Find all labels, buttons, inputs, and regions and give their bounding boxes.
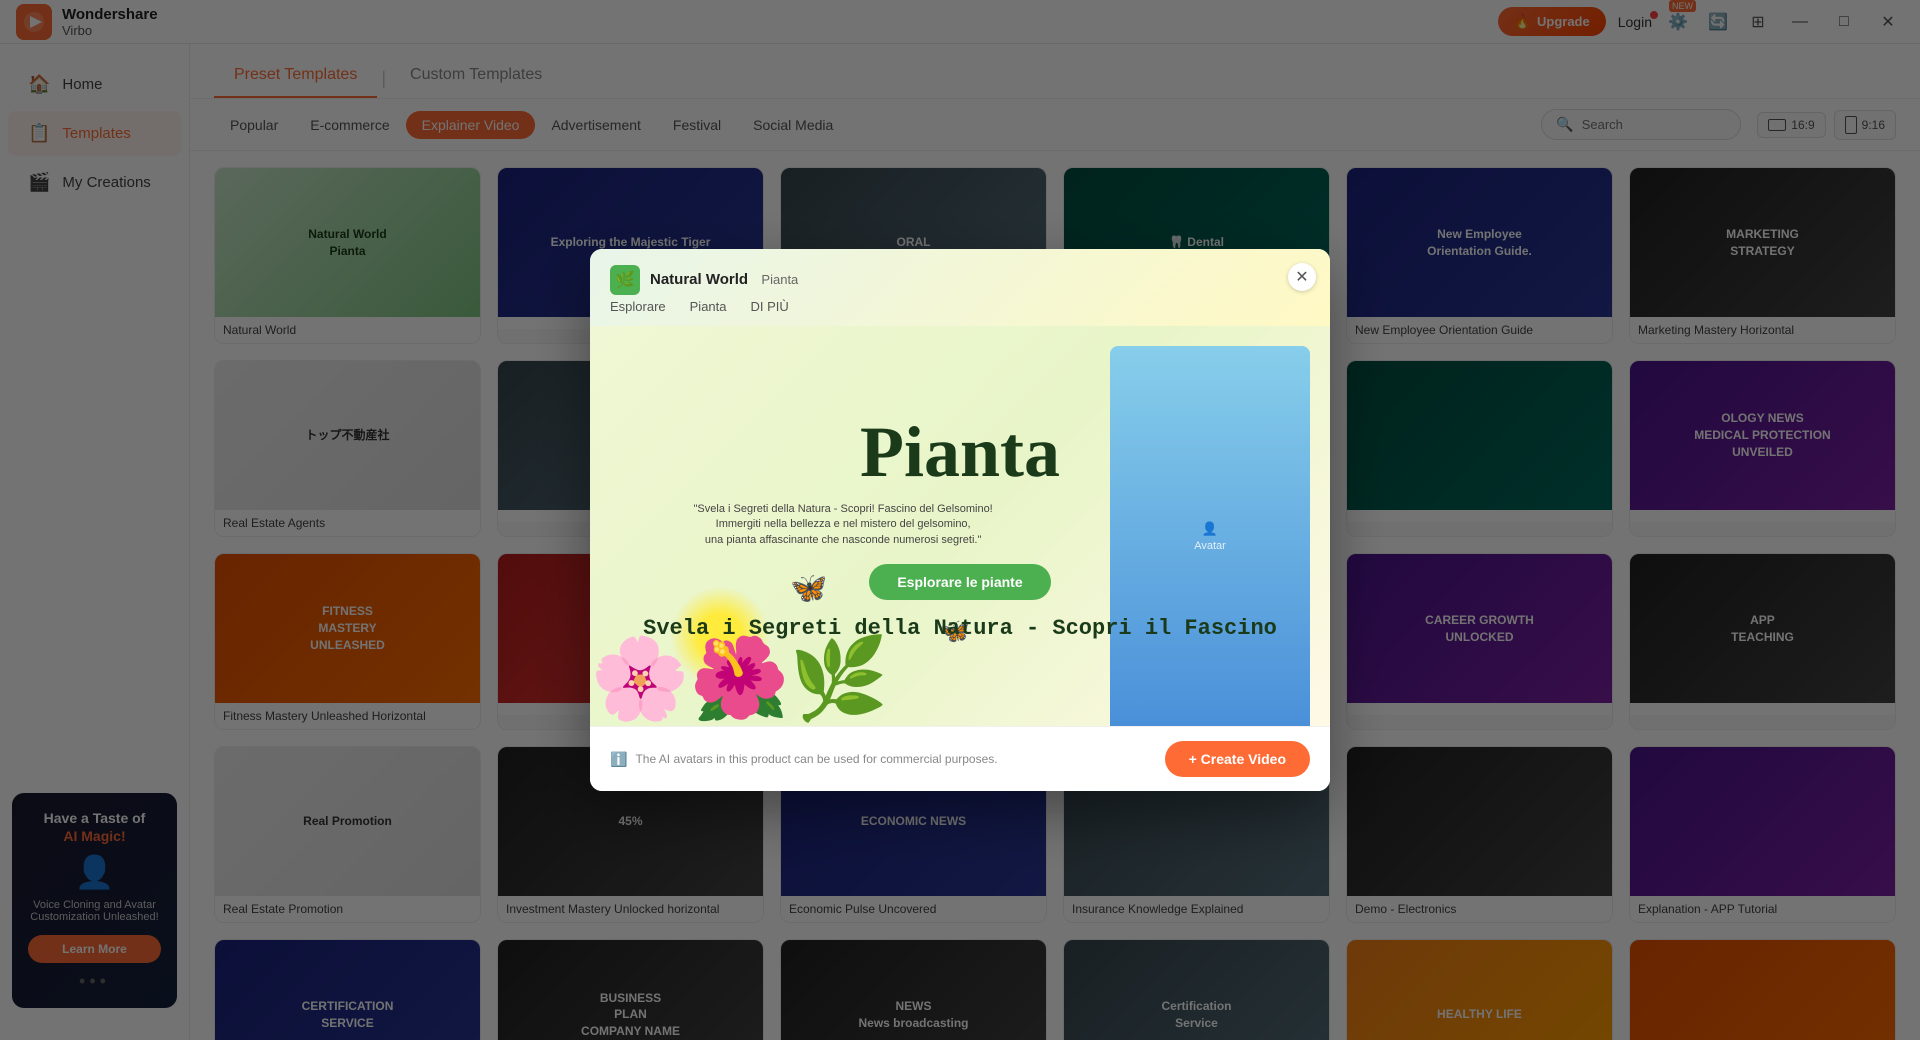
modal-overlay[interactable]: 🌿 Natural World Pianta Esplorare Pianta …	[0, 0, 1920, 1040]
modal-footer: ℹ️ The AI avatars in this product can be…	[590, 726, 1330, 791]
modal-brand: 🌿 Natural World Pianta	[610, 265, 1310, 295]
modal-close-button[interactable]: ✕	[1288, 263, 1316, 291]
modal-nav-item-esplorare[interactable]: Esplorare	[610, 299, 666, 314]
modal-nav: Esplorare Pianta DI PIÙ	[610, 299, 1310, 314]
modal-nav-item-dipu[interactable]: DI PIÙ	[751, 299, 789, 314]
modal-brand-subtitle: Pianta	[761, 272, 798, 287]
modal-preview: 🌸🌺🌿 🦋 🦋 Pianta "Svela i Segreti della Na…	[590, 326, 1330, 726]
info-icon: ℹ️	[610, 751, 627, 768]
modal-footer-info: ℹ️ The AI avatars in this product can be…	[610, 751, 998, 768]
modal-header: 🌿 Natural World Pianta Esplorare Pianta …	[590, 249, 1330, 326]
flower-decoration: 🌸🌺🌿	[590, 632, 889, 726]
preview-modal: 🌿 Natural World Pianta Esplorare Pianta …	[590, 249, 1330, 791]
modal-big-text: Pianta	[643, 411, 1277, 494]
modal-footer-text: The AI avatars in this product can be us…	[635, 752, 997, 766]
create-video-button[interactable]: + Create Video	[1165, 741, 1310, 777]
modal-explore-button[interactable]: Esplorare le piante	[869, 564, 1050, 600]
modal-brand-title: Natural World	[650, 271, 748, 288]
modal-tagline: "Svela i Segreti della Natura - Scopri! …	[643, 502, 1043, 548]
modal-nav-item-pianta[interactable]: Pianta	[690, 299, 727, 314]
modal-preview-content: Pianta "Svela i Segreti della Natura - S…	[643, 411, 1277, 641]
modal-subtitle-text: Svela i Segreti della Natura - Scopri il…	[643, 616, 1277, 641]
modal-brand-icon: 🌿	[610, 265, 640, 295]
